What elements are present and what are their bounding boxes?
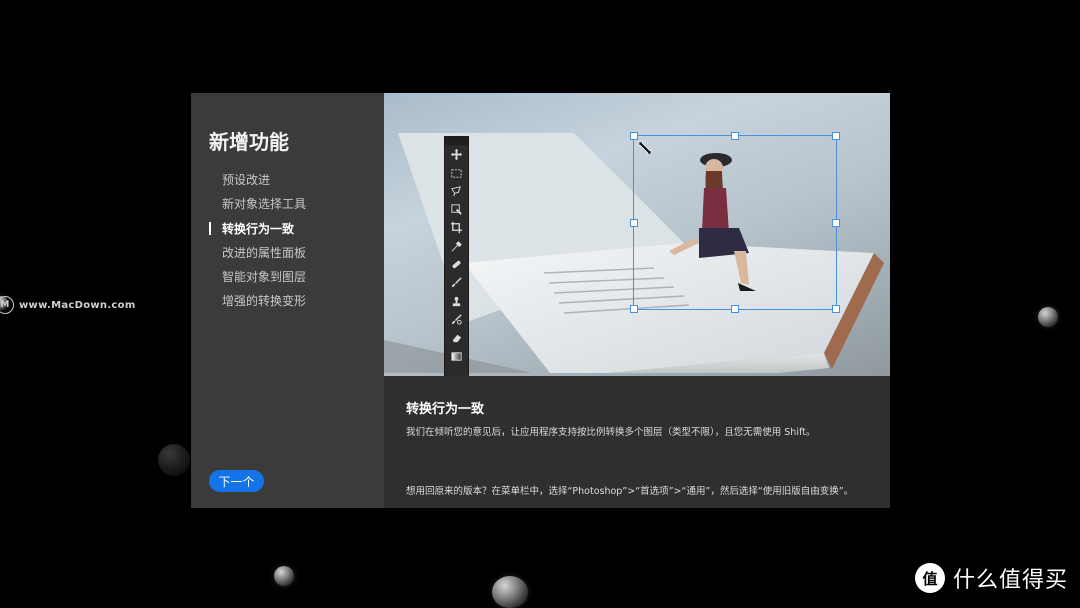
smzdm-logo-icon: 值 xyxy=(914,563,945,593)
transform-handle[interactable] xyxy=(630,305,638,313)
smzdm-brand: 值 什么值得买 xyxy=(914,562,1068,594)
decorative-bubble xyxy=(274,566,294,586)
next-button[interactable]: 下一个 xyxy=(209,470,264,492)
feature-tip: 想用回原来的版本？在菜单栏中，选择“Photoshop”>“首选项”>“通用”，… xyxy=(406,486,854,497)
dialog-main: 转换行为一致 我们在倾听您的意见后，让应用程序支持按比例转换多个图层（类型不限）… xyxy=(384,93,890,508)
decorative-bubble xyxy=(492,576,528,608)
decorative-bubble xyxy=(1038,307,1058,327)
transform-handle[interactable] xyxy=(832,305,840,313)
transform-selection-box[interactable] xyxy=(630,132,840,313)
transform-handle[interactable] xyxy=(731,132,739,140)
photoshop-toolbar xyxy=(444,136,469,376)
healing-brush-tool-icon[interactable] xyxy=(448,256,465,273)
marquee-tool-icon[interactable] xyxy=(448,165,465,182)
feature-info-panel: 转换行为一致 我们在倾听您的意见后，让应用程序支持按比例转换多个图层（类型不限）… xyxy=(384,376,890,508)
feature-description: 我们在倾听您的意见后，让应用程序支持按比例转换多个图层（类型不限），且您无需使用… xyxy=(406,427,816,438)
move-tool-icon[interactable] xyxy=(448,146,465,163)
nav-item-warp[interactable]: 增强的转换变形 xyxy=(209,292,306,316)
crop-tool-icon[interactable] xyxy=(448,219,465,236)
brand-text: 什么值得买 xyxy=(952,568,1068,593)
dialog-sidebar: 新增功能 预设改进 新对象选择工具 转换行为一致 改进的属性面板 智能对象到图层… xyxy=(191,93,384,508)
nav-item-preset[interactable]: 预设改进 xyxy=(209,171,306,195)
transform-handle[interactable] xyxy=(832,132,840,140)
transform-handle[interactable] xyxy=(731,305,739,313)
transform-handle[interactable] xyxy=(630,219,638,227)
dialog-title: 新增功能 xyxy=(209,130,289,154)
feature-nav: 预设改进 新对象选择工具 转换行为一致 改进的属性面板 智能对象到图层 增强的转… xyxy=(209,171,306,317)
clone-stamp-tool-icon[interactable] xyxy=(448,293,465,310)
transform-handle[interactable] xyxy=(630,132,638,140)
nav-item-properties-panel[interactable]: 改进的属性面板 xyxy=(209,244,306,268)
eyedropper-tool-icon[interactable] xyxy=(448,238,465,255)
gradient-tool-icon[interactable] xyxy=(448,348,465,365)
nav-item-object-selection[interactable]: 新对象选择工具 xyxy=(209,195,306,219)
feature-preview-image xyxy=(384,93,890,376)
macdown-logo-icon: M xyxy=(0,296,14,314)
nav-item-transform-behavior[interactable]: 转换行为一致 xyxy=(209,220,306,244)
whats-new-dialog: 新增功能 预设改进 新对象选择工具 转换行为一致 改进的属性面板 智能对象到图层… xyxy=(191,93,890,508)
resize-cursor-icon xyxy=(638,141,652,155)
object-selection-tool-icon[interactable] xyxy=(448,201,465,218)
decorative-bubble xyxy=(158,444,190,476)
toolbar-grip[interactable] xyxy=(445,137,468,145)
watermark: M www.MacDown.com xyxy=(0,296,136,314)
nav-item-smart-object[interactable]: 智能对象到图层 xyxy=(209,268,306,292)
eraser-tool-icon[interactable] xyxy=(448,329,465,346)
watermark-text: www.MacDown.com xyxy=(19,299,136,311)
lasso-tool-icon[interactable] xyxy=(448,183,465,200)
transform-handle[interactable] xyxy=(832,219,840,227)
brush-tool-icon[interactable] xyxy=(448,274,465,291)
feature-heading: 转换行为一致 xyxy=(406,402,485,417)
history-brush-tool-icon[interactable] xyxy=(448,311,465,328)
